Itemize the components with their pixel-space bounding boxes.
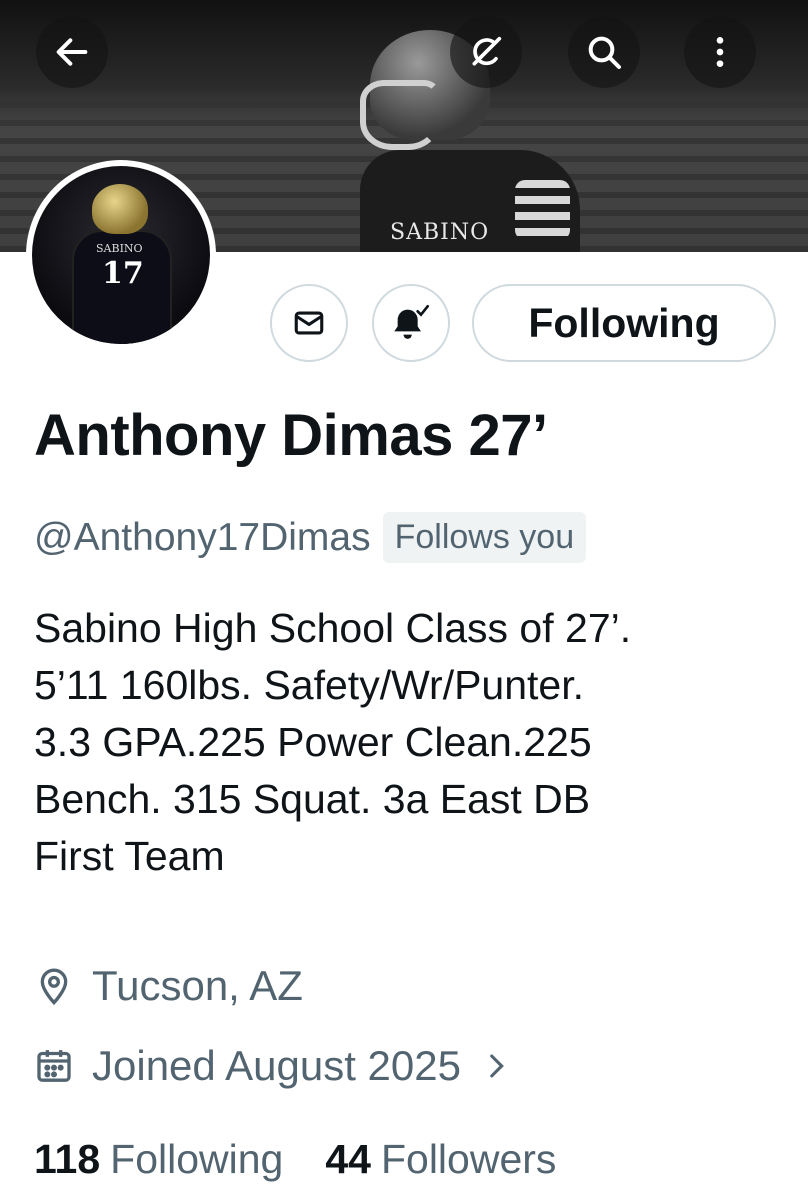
follows-you-badge: Follows you bbox=[382, 512, 587, 563]
following-count[interactable]: 118 bbox=[34, 1136, 100, 1183]
bio-line: Sabino High School Class of 27’. bbox=[34, 605, 632, 651]
calendar-icon bbox=[37, 1050, 71, 1082]
profile-avatar[interactable]: SABINO 17 bbox=[26, 160, 216, 350]
more-button[interactable] bbox=[684, 16, 756, 88]
joined-row[interactable]: Joined August 2025 bbox=[34, 1042, 531, 1090]
profile-bio: Sabino High School Class of 27’. 5’11 16… bbox=[34, 600, 784, 885]
avatar-jersey-name: SABINO bbox=[96, 242, 143, 255]
notifications-button[interactable] bbox=[372, 284, 450, 362]
banner-jersey-text: SABINO bbox=[390, 220, 490, 245]
following-link[interactable]: Following bbox=[110, 1136, 283, 1183]
bell-check-icon bbox=[394, 305, 429, 339]
profile-display-name: Anthony Dimas 27’ bbox=[34, 403, 548, 468]
bio-line: Bench. 315 Squat. 3a East DB bbox=[34, 776, 591, 822]
bio-line: First Team bbox=[34, 833, 225, 879]
follow-stats: 118 Following 44 Followers bbox=[34, 1136, 598, 1183]
bio-line: 3.3 GPA.225 Power Clean.225 bbox=[34, 719, 592, 765]
mail-icon bbox=[294, 311, 324, 335]
avatar-jersey-number: 17 bbox=[102, 256, 144, 291]
search-icon bbox=[588, 36, 621, 69]
back-button[interactable] bbox=[36, 16, 108, 88]
handle-row: @Anthony17Dimas Follows you bbox=[34, 512, 587, 563]
location-text: Tucson, AZ bbox=[92, 962, 303, 1009]
followers-link[interactable]: Followers bbox=[381, 1136, 556, 1183]
chevron-right-icon bbox=[490, 1054, 504, 1078]
grok-icon bbox=[472, 36, 502, 66]
following-button[interactable]: Following bbox=[472, 284, 776, 362]
joined-text: Joined August 2025 bbox=[92, 1042, 461, 1089]
followers-count[interactable]: 44 bbox=[325, 1136, 371, 1183]
location-pin-icon bbox=[40, 968, 68, 1006]
back-arrow-icon bbox=[56, 38, 88, 66]
search-button[interactable] bbox=[568, 16, 640, 88]
bio-line: 5’11 160lbs. Safety/Wr/Punter. bbox=[34, 662, 585, 708]
profile-handle: @Anthony17Dimas bbox=[34, 515, 371, 559]
grok-button[interactable] bbox=[450, 16, 522, 88]
more-vertical-icon bbox=[716, 37, 724, 67]
location-row: Tucson, AZ bbox=[34, 962, 303, 1010]
message-button[interactable] bbox=[270, 284, 348, 362]
